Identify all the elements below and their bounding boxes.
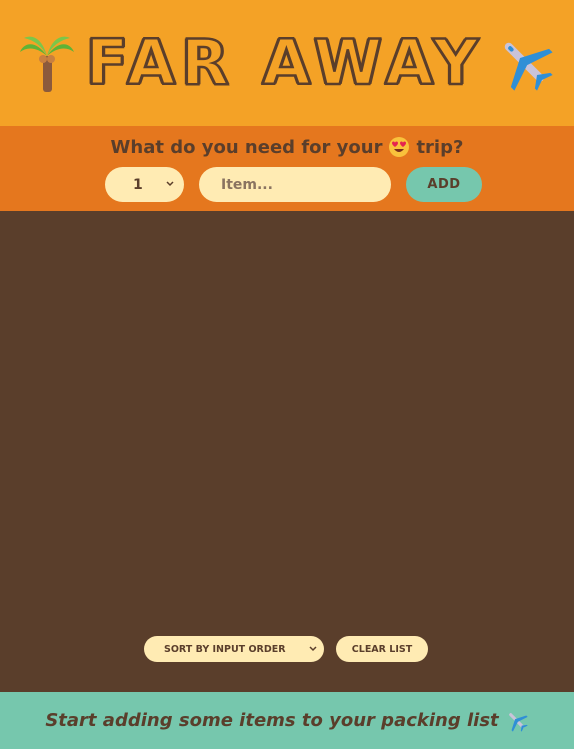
stats-footer: Start adding some items to your packing … bbox=[0, 692, 574, 749]
logo: FAR AWAY bbox=[18, 26, 556, 99]
heart-eyes-face-icon bbox=[389, 137, 410, 157]
sort-select[interactable]: SORT BY INPUT ORDER bbox=[144, 636, 324, 662]
item-input-placeholder: Item... bbox=[221, 176, 273, 193]
form-question: What do you need for your trip? bbox=[0, 136, 574, 158]
palm-tree-icon bbox=[19, 36, 74, 92]
sort-value: SORT BY INPUT ORDER bbox=[164, 643, 286, 655]
quantity-value: 1 bbox=[133, 176, 143, 193]
clear-list-button[interactable]: CLEAR LIST bbox=[336, 636, 428, 662]
quantity-select[interactable]: 1 bbox=[105, 167, 184, 202]
item-input[interactable]: Item... bbox=[199, 167, 391, 202]
app-title: FAR AWAY bbox=[85, 26, 485, 99]
form-question-text: What do you need for your bbox=[110, 136, 383, 158]
form-question-suffix: trip? bbox=[416, 136, 464, 158]
airplane-icon bbox=[504, 42, 553, 91]
chevron-down-icon bbox=[309, 646, 317, 652]
airplane-icon bbox=[508, 712, 528, 732]
footer-message: Start adding some items to your packing … bbox=[45, 710, 499, 731]
chevron-down-icon bbox=[166, 181, 174, 187]
add-item-form: What do you need for your trip? 1 Item..… bbox=[0, 126, 574, 211]
packing-list: SORT BY INPUT ORDER CLEAR LIST bbox=[0, 211, 574, 692]
add-button[interactable]: ADD bbox=[406, 167, 482, 202]
app-header: FAR AWAY bbox=[0, 0, 574, 126]
